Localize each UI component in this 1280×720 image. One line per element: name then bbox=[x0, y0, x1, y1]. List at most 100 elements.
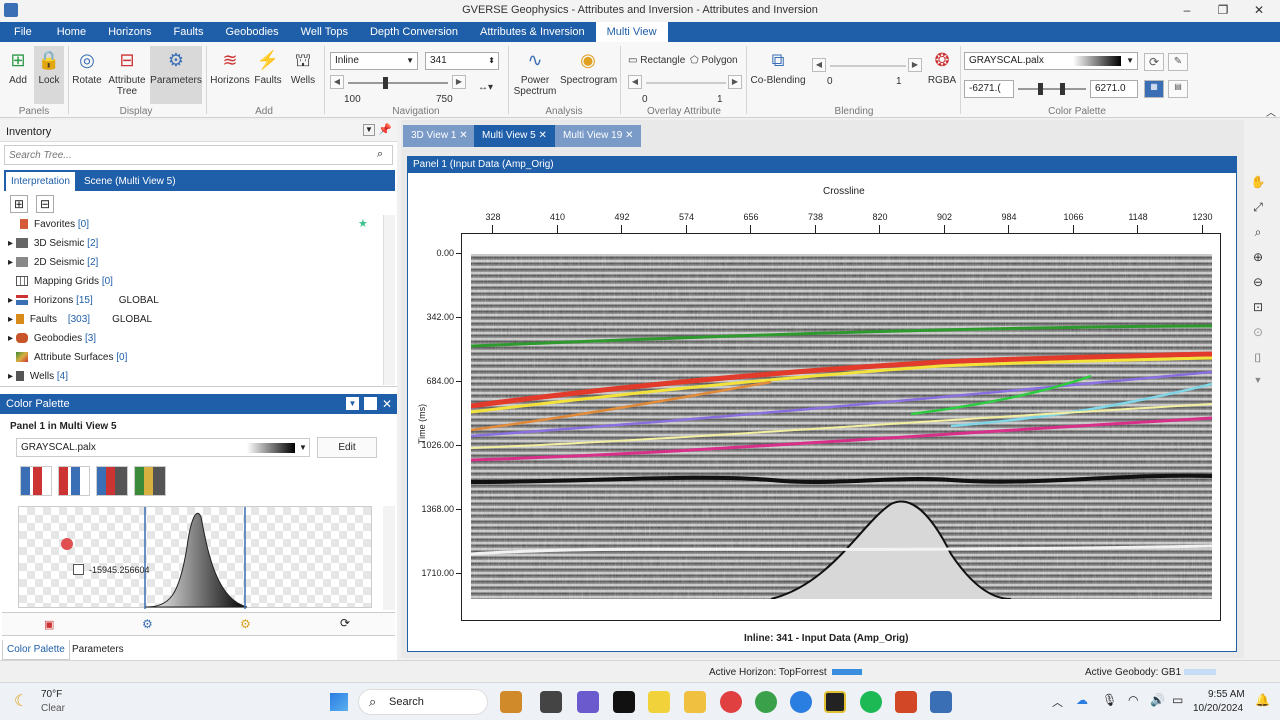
tray-chevron-icon[interactable]: ︿ bbox=[1052, 694, 1063, 710]
menu-home[interactable]: Home bbox=[46, 22, 97, 42]
tree-item-horizons[interactable]: ▸ Horizons [15] GLOBAL bbox=[8, 291, 159, 310]
sticky-notes-icon[interactable] bbox=[824, 691, 846, 713]
panel-close-icon[interactable]: ✕ bbox=[382, 394, 392, 414]
file-explorer-icon[interactable] bbox=[684, 691, 706, 713]
tab-3d-view-1[interactable]: 3D View 1 ✕ bbox=[403, 125, 476, 147]
close-icon[interactable]: ✕ bbox=[1244, 0, 1274, 20]
menu-horizons[interactable]: Horizons bbox=[97, 22, 162, 42]
weather-temp[interactable]: 70°F bbox=[41, 689, 62, 700]
start-icon[interactable] bbox=[330, 693, 348, 711]
more-tools-icon[interactable]: ▼ bbox=[1250, 372, 1266, 388]
lock-button[interactable]: 🔒 Lock bbox=[34, 46, 64, 104]
palette-edit-button[interactable]: ✎ bbox=[1168, 53, 1188, 71]
maximize-icon[interactable]: ❐ bbox=[1208, 0, 1238, 20]
wells-button[interactable]: ⛫ Wells bbox=[288, 48, 318, 86]
palette-preset-4[interactable] bbox=[134, 466, 166, 496]
bottom-tab-color-palette[interactable]: Color Palette bbox=[2, 640, 70, 660]
expand-all-button[interactable]: ⊞ bbox=[10, 195, 28, 213]
palette-preset-1[interactable] bbox=[20, 466, 52, 496]
nav-prev-button[interactable]: ◀ bbox=[330, 75, 344, 89]
fit-view-icon[interactable]: ⤢ bbox=[1250, 199, 1266, 215]
tree-item-2d-seismic[interactable]: ▸ 2D Seismic [2] bbox=[8, 253, 98, 272]
palette-range-thumb-right[interactable] bbox=[1060, 83, 1065, 95]
palette-max-input[interactable]: 6271.0 bbox=[1090, 80, 1138, 98]
palette-preset-2[interactable] bbox=[58, 466, 90, 496]
tree-item-mapping-grids[interactable]: Mapping Grids [0] bbox=[16, 272, 113, 291]
taskbar-search[interactable]: ⌕ Search bbox=[358, 689, 488, 715]
nav-step-icon[interactable]: ↔▾ bbox=[478, 82, 493, 93]
menu-file[interactable]: File bbox=[0, 22, 46, 42]
notes-icon[interactable] bbox=[648, 691, 670, 713]
palette-gear-icon[interactable]: ⚙ bbox=[142, 617, 153, 631]
rotate-button[interactable]: ◎ Rotate bbox=[70, 48, 104, 86]
menu-well-tops[interactable]: Well Tops bbox=[290, 22, 359, 42]
zoom-icon[interactable]: ⌕ bbox=[1250, 224, 1266, 240]
palette-select[interactable]: GRAYSCAL.palx ▼ bbox=[964, 52, 1138, 70]
photos-icon[interactable] bbox=[577, 691, 599, 713]
attribute-tree-button[interactable]: ⊟ Attribute Tree bbox=[106, 48, 148, 97]
close-icon[interactable]: ✕ bbox=[539, 130, 547, 141]
onedrive-icon[interactable]: ☁ bbox=[1076, 693, 1088, 707]
menu-depth-conversion[interactable]: Depth Conversion bbox=[359, 22, 469, 42]
polygon-button[interactable]: ⬠ Polygon bbox=[690, 55, 738, 66]
tab-scene[interactable]: Scene (Multi View 5) bbox=[84, 172, 176, 191]
seismic-section[interactable] bbox=[471, 254, 1212, 599]
menu-geobodies[interactable]: Geobodies bbox=[214, 22, 289, 42]
nav-direction-select[interactable]: Inline ▼ bbox=[330, 52, 418, 70]
palette-preset-3[interactable] bbox=[96, 466, 128, 496]
view-palette-icon[interactable]: ▣ bbox=[44, 618, 54, 631]
globe-icon[interactable] bbox=[790, 691, 812, 713]
palette-range-thumb-left[interactable] bbox=[1038, 83, 1043, 95]
overlay-slider-track[interactable] bbox=[646, 82, 726, 84]
panel-float-icon[interactable] bbox=[364, 397, 377, 410]
overlay-next-button[interactable]: ▶ bbox=[728, 75, 742, 89]
tree-item-favorites[interactable]: Favorites [0] bbox=[20, 215, 89, 234]
parameters-button[interactable]: ⚙ Parameters bbox=[150, 46, 202, 104]
menu-attributes-inversion[interactable]: Attributes & Inversion bbox=[469, 22, 596, 42]
power-spectrum-button[interactable]: ∿ Power Spectrum bbox=[512, 48, 558, 97]
nav-slider-track[interactable] bbox=[348, 82, 448, 84]
tree-item-wells[interactable]: ▸ Wells [4] bbox=[8, 367, 68, 386]
microphone-icon[interactable]: 🎙 bbox=[1102, 693, 1117, 707]
tree-item-geobodies[interactable]: ▸ Geobodies [3] bbox=[8, 329, 96, 348]
close-icon[interactable]: ✕ bbox=[625, 130, 633, 141]
tree-item-faults[interactable]: ▸ Faults [303] GLOBAL bbox=[8, 310, 152, 329]
tree-item-attribute-surfaces[interactable]: Attribute Surfaces [0] bbox=[16, 348, 127, 367]
blend-prev-button[interactable]: ◀ bbox=[812, 58, 826, 72]
palette-histogram[interactable]: -15945.256604 bbox=[18, 506, 372, 609]
tab-interpretation[interactable]: Interpretation bbox=[6, 172, 75, 191]
spotify-icon[interactable] bbox=[860, 691, 882, 713]
refresh-icon[interactable]: ⟳ bbox=[340, 616, 350, 630]
collapse-ribbon-icon[interactable]: ︿ bbox=[1266, 104, 1276, 119]
chrome-icon[interactable] bbox=[755, 691, 777, 713]
faults-button[interactable]: ⚡ Faults bbox=[252, 48, 284, 86]
powerpoint-icon[interactable] bbox=[895, 691, 917, 713]
search-tree-field[interactable]: ⌕ bbox=[4, 145, 393, 165]
nav-slider-thumb[interactable] bbox=[383, 77, 388, 89]
pin-icon[interactable]: 📌 bbox=[378, 123, 392, 136]
inventory-menu-icon[interactable]: ▼ bbox=[363, 124, 375, 136]
zoom-in-icon[interactable]: ⊕ bbox=[1250, 249, 1266, 265]
menu-multi-view[interactable]: Multi View bbox=[595, 22, 668, 42]
notification-bell-icon[interactable]: 🔔 bbox=[1255, 693, 1270, 707]
palette-settings-button[interactable]: ▤ bbox=[1168, 80, 1188, 98]
nav-next-button[interactable]: ▶ bbox=[452, 75, 466, 89]
value-checkbox[interactable] bbox=[73, 564, 84, 575]
clock-time[interactable]: 9:55 AM bbox=[1208, 689, 1245, 700]
blend-next-button[interactable]: ▶ bbox=[908, 58, 922, 72]
tree-item-3d-seismic[interactable]: ▸ 3D Seismic [2] bbox=[8, 234, 98, 253]
histogram-scrollbar[interactable] bbox=[383, 506, 395, 610]
palette-min-input[interactable]: -6271.( bbox=[964, 80, 1014, 98]
rectangle-button[interactable]: ▭ Rectangle bbox=[628, 55, 685, 66]
tree-scrollbar[interactable] bbox=[383, 215, 395, 385]
blend-slider-track[interactable] bbox=[830, 65, 906, 67]
menu-faults[interactable]: Faults bbox=[162, 22, 214, 42]
nav-value-input[interactable]: 341 ⬍ bbox=[425, 52, 499, 70]
spectrogram-button[interactable]: ◉ Spectrogram bbox=[560, 48, 617, 86]
zoom-box-icon[interactable]: ⊡ bbox=[1250, 299, 1266, 315]
briefcase-icon[interactable] bbox=[500, 691, 522, 713]
co-blending-button[interactable]: ⧉ Co-Blending bbox=[750, 48, 806, 86]
edit-palette-button[interactable]: Edit bbox=[317, 437, 377, 458]
palette-settings-gear-icon[interactable]: ⚙ bbox=[240, 617, 251, 631]
wifi-icon[interactable]: ◠ bbox=[1128, 693, 1138, 707]
